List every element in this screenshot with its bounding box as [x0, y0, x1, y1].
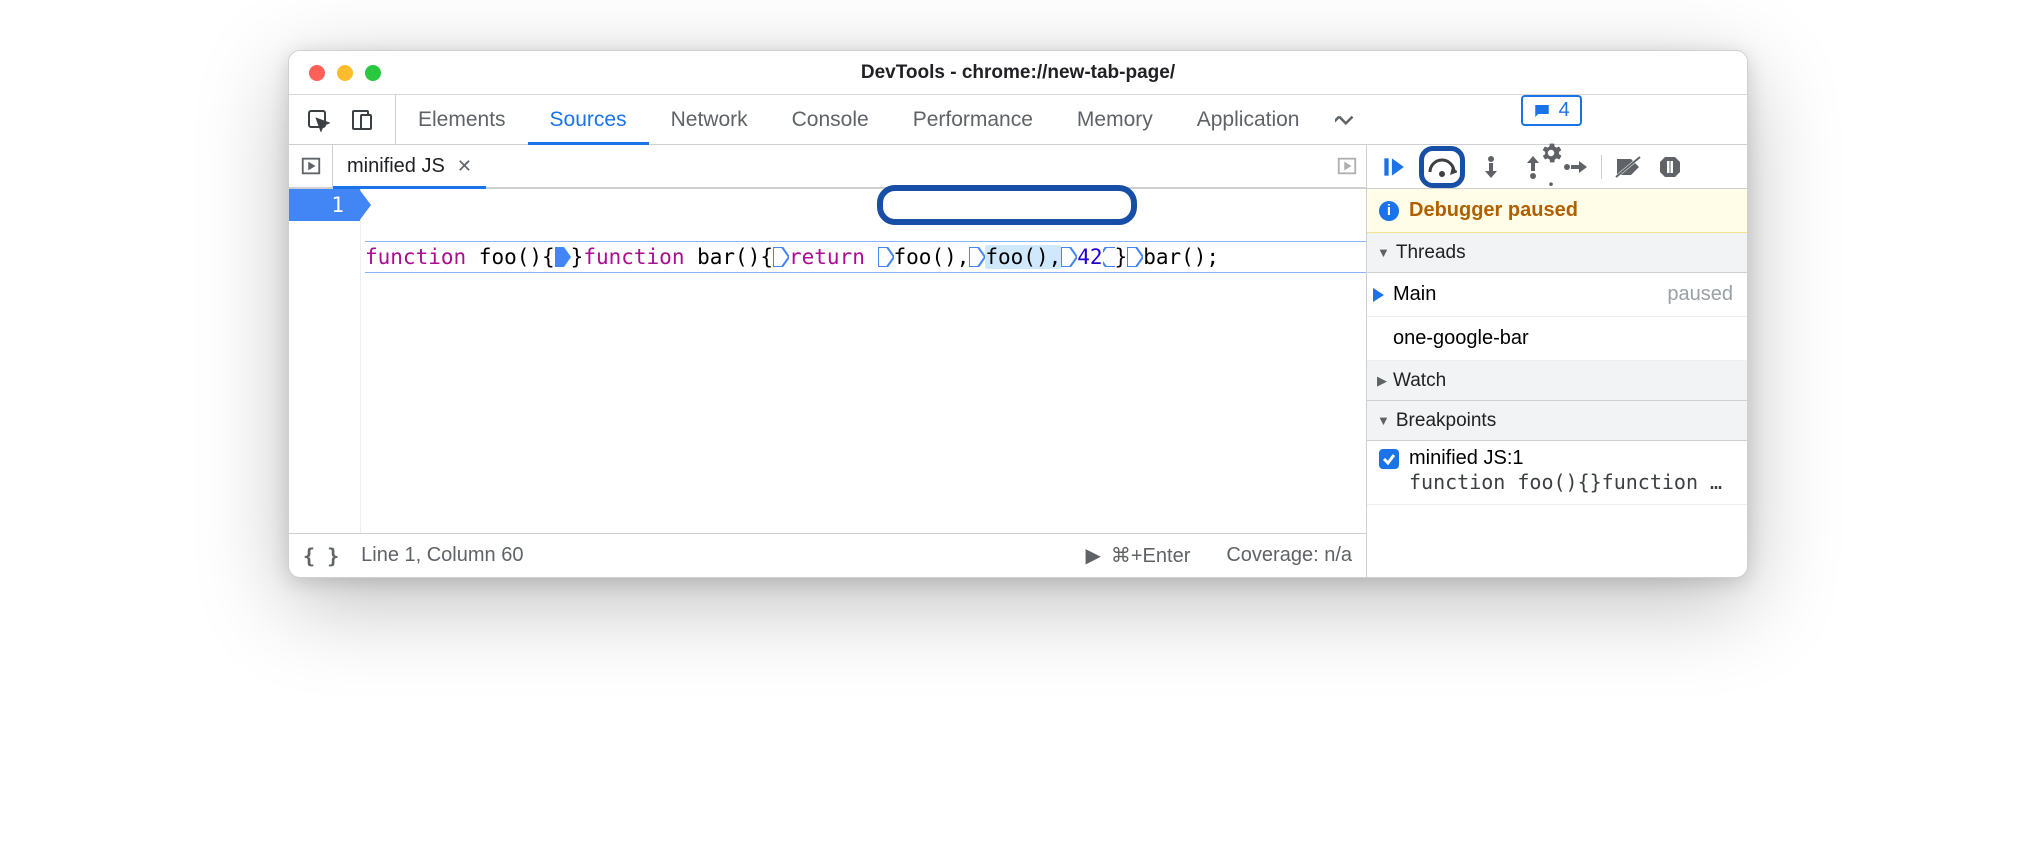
thread-one-google-bar[interactable]: one-google-bar	[1367, 317, 1747, 361]
issues-badge[interactable]: 4	[1521, 95, 1582, 126]
pretty-print-button[interactable]: { }	[303, 544, 339, 568]
breakpoint-snippet: function foo(){}function …	[1379, 470, 1735, 494]
cursor-position: Line 1, Column 60	[361, 544, 523, 567]
debugger-toolbar	[1367, 145, 1747, 189]
pause-on-exceptions-button[interactable]	[1654, 151, 1686, 183]
panel-tab-list: Elements Sources Network Console Perform…	[396, 95, 1321, 144]
section-breakpoints-header[interactable]: ▼Breakpoints	[1367, 401, 1747, 441]
issues-count: 4	[1559, 99, 1570, 122]
debugger-paused-banner: i Debugger paused	[1367, 189, 1747, 233]
run-hint: ⌘+Enter	[1111, 543, 1190, 568]
more-tabs-button[interactable]	[1321, 95, 1369, 144]
section-threads-header[interactable]: ▼Threads	[1367, 233, 1747, 273]
tab-performance[interactable]: Performance	[891, 95, 1055, 144]
disclosure-triangle-icon: ▶	[1377, 373, 1387, 389]
window-title: DevTools - chrome://new-tab-page/	[289, 62, 1747, 84]
file-tab-label: minified JS	[347, 155, 445, 178]
tab-memory[interactable]: Memory	[1055, 95, 1175, 144]
close-window-button[interactable]	[309, 65, 325, 81]
file-tabs: minified JS ✕	[289, 145, 1366, 189]
disclosure-triangle-icon: ▼	[1377, 413, 1390, 428]
panel-tabs: Elements Sources Network Console Perform…	[289, 95, 1747, 145]
tab-elements[interactable]: Elements	[396, 95, 528, 144]
annotation-callout	[877, 185, 1137, 225]
step-out-button[interactable]	[1517, 151, 1549, 183]
navigator-toggle-icon[interactable]	[289, 145, 333, 187]
info-icon: i	[1379, 201, 1399, 221]
tab-network[interactable]: Network	[649, 95, 770, 144]
tab-sources[interactable]: Sources	[528, 95, 649, 144]
gutter: 1	[289, 189, 361, 533]
thread-main[interactable]: Main paused	[1367, 273, 1747, 317]
step-marker-icon	[1103, 247, 1115, 267]
breakpoint-label: minified JS:1	[1409, 447, 1524, 470]
source-view[interactable]: function foo(){}function bar(){return fo…	[361, 189, 1366, 533]
close-file-icon[interactable]: ✕	[457, 156, 472, 177]
debugger-pane: i Debugger paused ▼Threads Main paused o…	[1367, 145, 1747, 577]
step-marker-icon	[878, 247, 894, 267]
step-over-button[interactable]	[1426, 151, 1458, 183]
inspect-element-icon[interactable]	[303, 105, 333, 135]
deactivate-breakpoints-button[interactable]	[1612, 151, 1644, 183]
step-marker-icon	[1127, 247, 1143, 267]
device-toolbar-icon[interactable]	[347, 105, 377, 135]
editor-status-bar: { } Line 1, Column 60 ▶ ⌘+Enter Coverage…	[289, 533, 1366, 577]
disclosure-triangle-icon: ▼	[1377, 245, 1390, 260]
window-controls	[289, 65, 381, 81]
file-tab-minified-js[interactable]: minified JS ✕	[333, 145, 486, 187]
debugger-paused-label: Debugger paused	[1409, 199, 1578, 222]
main-area: minified JS ✕ 1 function foo(){}function…	[289, 145, 1747, 577]
editor-pane: minified JS ✕ 1 function foo(){}function…	[289, 145, 1367, 577]
zoom-window-button[interactable]	[365, 65, 381, 81]
breakpoint-row[interactable]: minified JS:1 function foo(){}function …	[1367, 441, 1747, 505]
titlebar: DevTools - chrome://new-tab-page/	[289, 51, 1747, 95]
tab-console[interactable]: Console	[770, 95, 891, 144]
devtools-window: DevTools - chrome://new-tab-page/ Elemen…	[288, 50, 1748, 578]
resume-button[interactable]	[1377, 151, 1409, 183]
step-marker-icon	[969, 247, 985, 267]
snippets-toggle-icon[interactable]	[1328, 145, 1366, 187]
step-marker-icon	[1061, 247, 1077, 267]
code-editor[interactable]: 1 function foo(){}function bar(){return …	[289, 189, 1366, 533]
line-number-1[interactable]: 1	[289, 189, 360, 221]
step-button[interactable]	[1559, 151, 1591, 183]
step-into-button[interactable]	[1475, 151, 1507, 183]
coverage-status: Coverage: n/a	[1226, 544, 1352, 567]
breakpoint-checkbox[interactable]	[1379, 449, 1399, 469]
annotation-callout-stepover	[1419, 146, 1465, 188]
code-line-1[interactable]: function foo(){}function bar(){return fo…	[365, 241, 1366, 273]
step-marker-icon	[773, 247, 789, 267]
breakpoint-marker-icon[interactable]	[555, 247, 571, 267]
minimize-window-button[interactable]	[337, 65, 353, 81]
inspect-tools	[289, 95, 396, 144]
tab-application[interactable]: Application	[1175, 95, 1322, 144]
run-icon[interactable]: ▶	[1085, 543, 1100, 568]
section-watch-header[interactable]: ▶Watch	[1367, 361, 1747, 401]
